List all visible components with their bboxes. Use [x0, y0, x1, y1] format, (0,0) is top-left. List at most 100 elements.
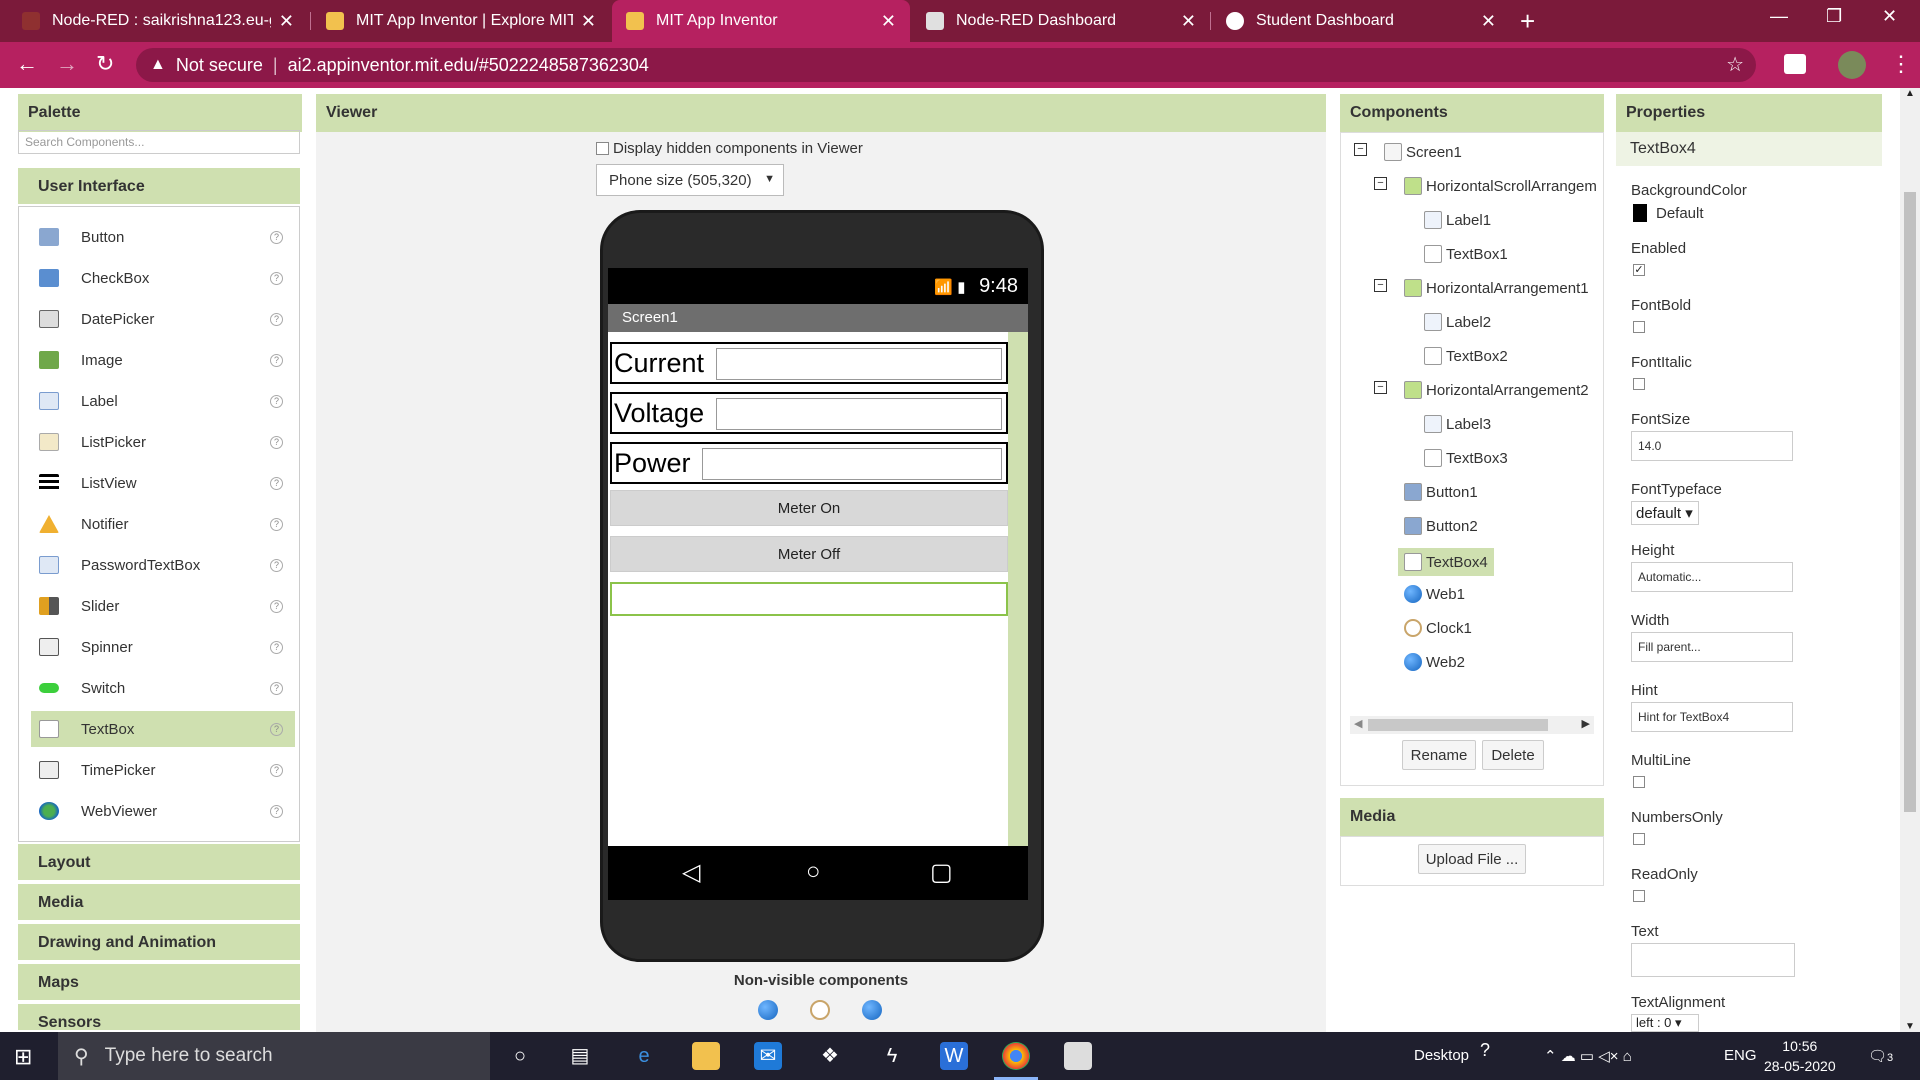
palette-item-textbox[interactable]: TextBox?	[31, 711, 295, 747]
notification-icon[interactable]: 🗨3	[1868, 1047, 1893, 1065]
label1[interactable]: Current	[612, 348, 704, 379]
textbox3[interactable]	[702, 448, 1002, 480]
tree-node-web1[interactable]: Web1	[1404, 582, 1465, 606]
tree-node-label2[interactable]: Label2	[1424, 310, 1491, 334]
horizontal-arrangement-1[interactable]: Voltage	[610, 392, 1008, 434]
prop-height-input[interactable]: Automatic...	[1631, 562, 1793, 592]
palette-item-spinner[interactable]: Spinner?	[31, 629, 295, 665]
prop-fontsize-input[interactable]: 14.0	[1631, 431, 1793, 461]
category-maps[interactable]: Maps	[18, 964, 300, 1002]
close-icon[interactable]: ✕	[279, 11, 294, 32]
meter-on-button[interactable]: Meter On	[610, 490, 1008, 526]
tree-node-horizontalarrangement2[interactable]: HorizontalArrangement2	[1404, 378, 1589, 402]
help-icon[interactable]: ?	[270, 599, 283, 613]
upload-file-button[interactable]: Upload File ...	[1418, 844, 1526, 874]
clock1-icon[interactable]	[810, 1000, 830, 1020]
windows-start-icon[interactable]: ⊞	[14, 1044, 32, 1070]
help-icon[interactable]: ?	[270, 435, 283, 449]
forward-icon[interactable]: →	[56, 51, 78, 77]
help-icon[interactable]: ?	[270, 722, 283, 736]
prop-fontitalic-checkbox[interactable]	[1633, 378, 1645, 390]
checkbox[interactable]	[596, 142, 609, 155]
taskbar-clock[interactable]: 10:56 28-05-2020	[1764, 1036, 1836, 1076]
prop-text-textarea[interactable]	[1631, 943, 1795, 977]
scroll-up-icon[interactable]: ▲	[1905, 88, 1915, 99]
help-icon[interactable]: ?	[270, 681, 283, 695]
phone-size-select[interactable]: Phone size (505,320) ▼	[596, 164, 784, 196]
desktop-toolbar[interactable]: Desktop	[1414, 1047, 1469, 1064]
components-horizontal-scrollbar[interactable]: ◀ ▶	[1350, 716, 1594, 734]
prop-fonttypeface-select[interactable]: default ▾	[1631, 501, 1699, 525]
textbox2[interactable]	[716, 398, 1002, 430]
window-close-icon[interactable]: ✕	[1882, 6, 1897, 27]
textbox1[interactable]	[716, 348, 1002, 380]
tree-node-screen1[interactable]: Screen1	[1384, 140, 1462, 164]
label3[interactable]: Power	[612, 448, 691, 479]
tree-node-button2[interactable]: Button2	[1404, 514, 1478, 538]
palette-item-listpicker[interactable]: ListPicker?	[31, 424, 295, 460]
collapse-toggle[interactable]: −	[1374, 381, 1387, 394]
close-icon[interactable]: ✕	[581, 11, 596, 32]
scroll-right-icon[interactable]: ▶	[1582, 717, 1590, 730]
web1-globe-icon[interactable]	[758, 1000, 778, 1020]
minimize-icon[interactable]: —	[1770, 6, 1788, 27]
mail-icon[interactable]: ✉	[754, 1042, 782, 1070]
tree-node-label3[interactable]: Label3	[1424, 412, 1491, 436]
tab-student-dashboard[interactable]: Student Dashboard ✕	[1212, 0, 1510, 42]
help-icon[interactable]: ?	[270, 640, 283, 654]
scroll-left-icon[interactable]: ◀	[1354, 717, 1362, 730]
tree-node-textbox4[interactable]: TextBox4	[1398, 548, 1494, 576]
help-icon[interactable]: ?	[270, 394, 283, 408]
rename-button[interactable]: Rename	[1402, 740, 1476, 770]
meter-off-button[interactable]: Meter Off	[610, 536, 1008, 572]
prop-numbersonly-checkbox[interactable]	[1633, 833, 1645, 845]
palette-item-notifier[interactable]: Notifier?	[31, 506, 295, 542]
task-view-icon[interactable]: ▤	[566, 1042, 594, 1070]
palette-item-checkbox[interactable]: CheckBox?	[31, 260, 295, 296]
palette-item-slider[interactable]: Slider?	[31, 588, 295, 624]
prop-fontbold-checkbox[interactable]	[1633, 321, 1645, 333]
help-icon[interactable]: ?	[270, 476, 283, 490]
new-tab-button[interactable]: +	[1520, 6, 1535, 37]
help-icon[interactable]: ?	[270, 558, 283, 572]
help-icon[interactable]: ?	[270, 312, 283, 326]
help-icon[interactable]: ?	[270, 804, 283, 818]
label2[interactable]: Voltage	[612, 398, 704, 429]
palette-item-button[interactable]: Button?	[31, 219, 295, 255]
prop-textalignment-select[interactable]: left : 0 ▾	[1631, 1014, 1699, 1032]
restore-icon[interactable]: ❐	[1826, 6, 1842, 27]
tree-node-clock1[interactable]: Clock1	[1404, 616, 1472, 640]
help-icon[interactable]: ?	[1480, 1040, 1490, 1061]
tab-node-red-dashboard[interactable]: Node-RED Dashboard ✕	[912, 0, 1210, 42]
close-icon[interactable]: ✕	[1481, 11, 1496, 32]
prop-readonly-checkbox[interactable]	[1633, 890, 1645, 902]
palette-item-image[interactable]: Image?	[31, 342, 295, 378]
prop-multiline-checkbox[interactable]	[1633, 776, 1645, 788]
help-icon[interactable]: ?	[270, 763, 283, 777]
edge-icon[interactable]: e	[630, 1042, 658, 1070]
display-hidden-checkbox[interactable]: Display hidden components in Viewer	[596, 140, 863, 157]
menu-icon[interactable]: ⋮	[1890, 51, 1912, 77]
help-icon[interactable]: ?	[270, 271, 283, 285]
url-field[interactable]: ▲ Not secure | ai2.appinventor.mit.edu/#…	[136, 48, 1756, 82]
tree-node-web2[interactable]: Web2	[1404, 650, 1465, 674]
scroll-down-icon[interactable]: ▼	[1905, 1021, 1915, 1032]
tree-node-horizontalscrollarrangement[interactable]: HorizontalScrollArrangem	[1404, 174, 1597, 198]
tree-node-horizontalarrangement1[interactable]: HorizontalArrangement1	[1404, 276, 1589, 300]
category-drawing[interactable]: Drawing and Animation	[18, 924, 300, 962]
delete-button[interactable]: Delete	[1482, 740, 1544, 770]
palette-item-passwordtextbox[interactable]: PasswordTextBox?	[31, 547, 295, 583]
lightning-app-icon[interactable]: ϟ	[878, 1042, 906, 1070]
tab-node-red[interactable]: Node-RED : saikrishna123.eu-gb. ✕	[8, 0, 308, 42]
bookmark-star-icon[interactable]: ☆	[1726, 52, 1744, 77]
tree-node-textbox3[interactable]: TextBox3	[1424, 446, 1508, 470]
collapse-toggle[interactable]: −	[1374, 279, 1387, 292]
page-vertical-scrollbar[interactable]: ▲ ▼	[1900, 88, 1920, 1032]
scrollbar-thumb[interactable]	[1904, 192, 1916, 812]
python-app-icon[interactable]	[1064, 1042, 1092, 1070]
palette-item-listview[interactable]: ListView?	[31, 465, 295, 501]
web2-globe-icon[interactable]	[862, 1000, 882, 1020]
horizontal-arrangement-2[interactable]: Power	[610, 442, 1008, 484]
dropbox-icon[interactable]: ❖	[816, 1042, 844, 1070]
extension-icon[interactable]	[1784, 54, 1806, 74]
